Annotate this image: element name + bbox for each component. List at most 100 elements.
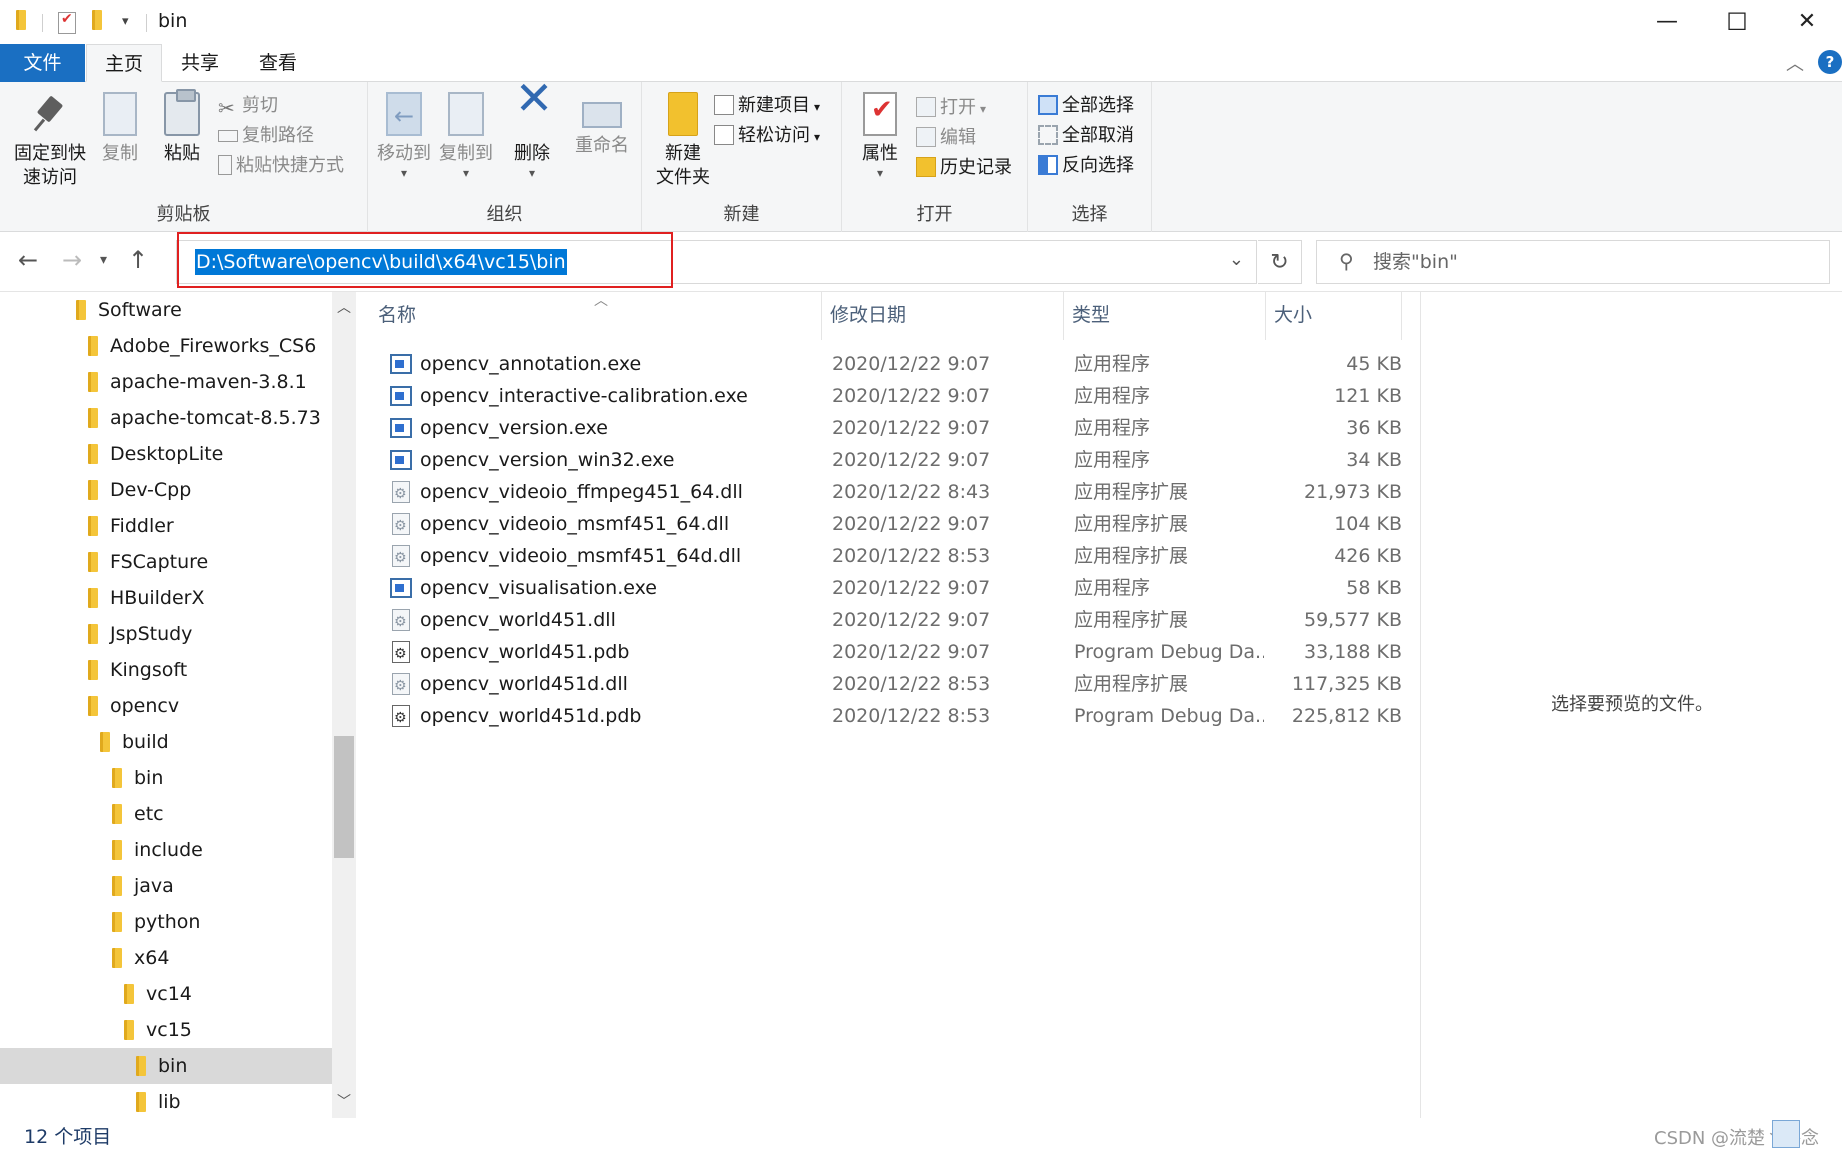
file-row[interactable]: opencv_world451d.dll 2020/12/22 8:53 应用程序扩… bbox=[370, 668, 1420, 702]
file-date: 2020/12/22 8:53 bbox=[832, 545, 991, 567]
cut-button[interactable]: ✂ 剪切 bbox=[218, 94, 278, 118]
paste-shortcut-button[interactable]: 粘贴快捷方式 bbox=[218, 154, 344, 178]
tree-item[interactable]: etc bbox=[0, 796, 332, 832]
tree-item[interactable]: DesktopLite bbox=[0, 436, 332, 472]
search-input[interactable] bbox=[1373, 247, 1813, 277]
scroll-down-icon[interactable]: ﹀ bbox=[332, 1090, 356, 1114]
maximize-button[interactable]: ☐ bbox=[1702, 0, 1772, 44]
file-name: opencv_world451d.dll bbox=[420, 673, 628, 695]
new-folder-button[interactable]: 新建 文件夹 bbox=[648, 92, 718, 190]
rename-button[interactable]: 重命名 bbox=[572, 92, 632, 158]
folder-icon bbox=[16, 10, 26, 34]
chevron-down-icon[interactable]: ⌄ bbox=[1229, 249, 1244, 270]
ribbon-tabs: 文件 主页 共享 查看 bbox=[0, 44, 1842, 82]
paste-button[interactable]: 粘贴 bbox=[158, 89, 206, 166]
forward-arrow-icon[interactable]: → bbox=[62, 246, 82, 274]
tree-item[interactable]: Adobe_Fireworks_CS6 bbox=[0, 328, 332, 364]
scroll-thumb[interactable] bbox=[334, 736, 354, 858]
collapse-ribbon-icon[interactable]: ︿ bbox=[1786, 50, 1804, 76]
tab-file[interactable]: 文件 bbox=[0, 44, 85, 82]
file-row[interactable]: opencv_annotation.exe 2020/12/22 9:07 应用程序… bbox=[370, 348, 1420, 380]
scroll-up-icon[interactable]: ︿ bbox=[332, 296, 356, 320]
group-label: 剪贴板 bbox=[156, 204, 211, 225]
refresh-icon[interactable]: ↻ bbox=[1258, 240, 1302, 284]
up-arrow-icon[interactable]: ↑ bbox=[128, 246, 148, 274]
tree-item[interactable]: build bbox=[0, 724, 332, 760]
file-row[interactable]: opencv_interactive-calibration.exe 2020/1… bbox=[370, 380, 1420, 412]
details-view-button[interactable] bbox=[1772, 1120, 1800, 1148]
dropdown-arrow-icon: ▾ bbox=[876, 166, 884, 180]
tree-item[interactable]: Dev-Cpp bbox=[0, 472, 332, 508]
file-row[interactable]: opencv_version.exe 2020/12/22 9:07 应用程序 36 … bbox=[370, 412, 1420, 444]
tree-item[interactable]: apache-maven-3.8.1 bbox=[0, 364, 332, 400]
copy-path-button[interactable]: 复制路径 bbox=[218, 124, 314, 148]
help-icon[interactable]: ? bbox=[1818, 50, 1842, 74]
tree-scrollbar[interactable]: ︿ ﹀ bbox=[332, 292, 356, 1118]
tree-item[interactable]: python bbox=[0, 904, 332, 940]
edit-button[interactable]: 编辑 bbox=[916, 126, 976, 150]
file-row[interactable]: opencv_videoio_ffmpeg451_64.dll 2020/12/2… bbox=[370, 476, 1420, 510]
properties-quick-icon[interactable]: ✔ bbox=[58, 11, 76, 34]
select-none-button[interactable]: 全部取消 bbox=[1038, 124, 1134, 148]
copy-to-icon bbox=[448, 92, 484, 136]
tree-item[interactable]: Fiddler bbox=[0, 508, 332, 544]
pin-quick-access-button[interactable]: 固定到快 速访问 bbox=[8, 92, 92, 190]
tree-item[interactable]: Software bbox=[0, 292, 332, 328]
file-row[interactable]: opencv_world451d.pdb 2020/12/22 8:53 Progr… bbox=[370, 700, 1420, 734]
history-button[interactable]: 历史记录 bbox=[916, 156, 1012, 180]
scissors-icon: ✂ bbox=[218, 96, 235, 120]
tree-item[interactable]: HBuilderX bbox=[0, 580, 332, 616]
new-item-button[interactable]: 新建项目 ▾ bbox=[714, 94, 820, 119]
copy-button[interactable]: 复制 bbox=[98, 92, 142, 166]
open-button[interactable]: 打开 ▾ bbox=[916, 96, 986, 121]
tree-item[interactable]: bin bbox=[0, 760, 332, 796]
tree-item[interactable]: x64 bbox=[0, 940, 332, 976]
tree-item-label: x64 bbox=[134, 947, 170, 969]
tree-item[interactable]: apache-tomcat-8.5.73 bbox=[0, 400, 332, 436]
tree-item[interactable]: FSCapture bbox=[0, 544, 332, 580]
column-header-type[interactable]: 类型 bbox=[1064, 292, 1266, 340]
move-to-button[interactable]: 移动到 ▾ bbox=[374, 92, 434, 179]
file-row[interactable]: opencv_visualisation.exe 2020/12/22 9:07 应… bbox=[370, 572, 1420, 604]
tree-item[interactable]: include bbox=[0, 832, 332, 868]
tree-item[interactable]: opencv bbox=[0, 688, 332, 724]
file-row[interactable]: opencv_version_win32.exe 2020/12/22 9:07 应… bbox=[370, 444, 1420, 476]
properties-button[interactable]: 属性 ▾ bbox=[854, 92, 906, 180]
tab-share[interactable]: 共享 bbox=[162, 44, 238, 82]
tree-item[interactable]: bin bbox=[0, 1048, 332, 1084]
file-type: 应用程序 bbox=[1074, 449, 1151, 471]
tree-item[interactable]: vc14 bbox=[0, 976, 332, 1012]
minimize-button[interactable]: — bbox=[1632, 0, 1702, 44]
dropdown-arrow-icon: ▾ bbox=[814, 100, 821, 114]
tree-item[interactable]: java bbox=[0, 868, 332, 904]
tree-item-label: python bbox=[134, 911, 201, 933]
dll-file-icon bbox=[392, 478, 410, 510]
column-header-date[interactable]: 修改日期 bbox=[822, 292, 1064, 340]
divider bbox=[146, 14, 147, 32]
tree-item[interactable]: JspStudy bbox=[0, 616, 332, 652]
customize-toolbar-icon[interactable]: ▾ bbox=[122, 14, 129, 38]
file-size: 104 KB bbox=[1334, 513, 1402, 535]
tree-item[interactable]: vc15 bbox=[0, 1012, 332, 1048]
easy-access-button[interactable]: 轻松访问 ▾ bbox=[714, 124, 820, 149]
file-row[interactable]: opencv_world451.pdb 2020/12/22 9:07 Progra… bbox=[370, 636, 1420, 670]
select-all-button[interactable]: 全部选择 bbox=[1038, 94, 1134, 118]
file-row[interactable]: opencv_world451.dll 2020/12/22 9:07 应用程序扩展… bbox=[370, 604, 1420, 638]
tab-view[interactable]: 查看 bbox=[240, 44, 316, 82]
search-box[interactable]: ⚲ bbox=[1316, 240, 1830, 284]
copy-to-button[interactable]: 复制到 ▾ bbox=[436, 92, 496, 179]
file-row[interactable]: opencv_videoio_msmf451_64d.dll 2020/12/22… bbox=[370, 540, 1420, 574]
delete-button[interactable]: 删除 ▾ bbox=[510, 86, 556, 179]
back-arrow-icon[interactable]: ← bbox=[18, 246, 38, 274]
tree-item[interactable]: Kingsoft bbox=[0, 652, 332, 688]
title-bar: ✔ ▾ bin — ☐ ✕ bbox=[0, 0, 1842, 44]
invert-selection-button[interactable]: 反向选择 bbox=[1038, 154, 1134, 178]
new-folder-quick-icon[interactable] bbox=[92, 10, 102, 34]
exe-file-icon bbox=[390, 354, 412, 374]
file-row[interactable]: opencv_videoio_msmf451_64.dll 2020/12/22 … bbox=[370, 508, 1420, 542]
tab-home[interactable]: 主页 bbox=[86, 44, 162, 82]
column-header-size[interactable]: 大小 bbox=[1266, 292, 1402, 340]
close-button[interactable]: ✕ bbox=[1772, 0, 1842, 44]
tree-item[interactable]: lib bbox=[0, 1084, 332, 1118]
recent-locations-icon[interactable]: ▾ bbox=[100, 252, 107, 268]
